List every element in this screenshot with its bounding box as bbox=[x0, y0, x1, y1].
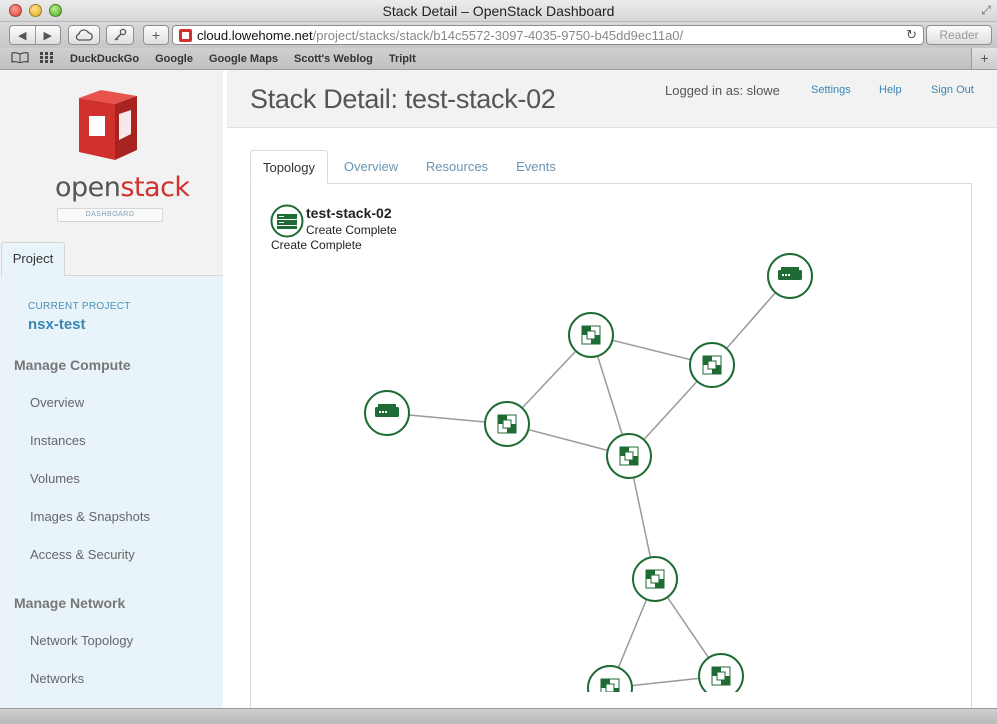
passwords-button[interactable] bbox=[106, 25, 134, 45]
back-forward-group: ◀ ▶ bbox=[9, 25, 61, 45]
reload-icon[interactable]: ↻ bbox=[906, 27, 917, 43]
section-heading-network[interactable]: Manage Network bbox=[14, 595, 125, 611]
logo-wordmark: openstack bbox=[55, 172, 190, 203]
project-panel: CURRENT PROJECT nsx-test Manage Compute … bbox=[1, 276, 223, 708]
sign-out-link[interactable]: Sign Out bbox=[931, 84, 974, 96]
url-host: cloud.lowehome.net bbox=[197, 27, 313, 43]
openstack-logo[interactable]: openstack DASHBOARD bbox=[55, 86, 190, 222]
topology-network-node[interactable] bbox=[632, 556, 678, 602]
bookmark-google-maps[interactable]: Google Maps bbox=[209, 53, 278, 65]
new-tab-button[interactable]: + bbox=[971, 48, 997, 69]
address-bar[interactable]: cloud.lowehome.net /project/stacks/stack… bbox=[172, 25, 924, 45]
openstack-logo-icon bbox=[79, 90, 137, 160]
sidebar-item-network-topology[interactable]: Network Topology bbox=[30, 633, 133, 648]
icloud-tabs-button[interactable] bbox=[68, 25, 100, 45]
tab-topology[interactable]: Topology bbox=[250, 150, 328, 184]
sidebar-item-access-security[interactable]: Access & Security bbox=[30, 547, 135, 562]
tab-project[interactable]: Project bbox=[1, 242, 65, 276]
browser-toolbar: ◀ ▶ + cloud.lowehome.net /project/stacks… bbox=[0, 22, 997, 48]
url-path: /project/stacks/stack/b14c5572-3097-4035… bbox=[312, 27, 684, 43]
sidebar-item-volumes[interactable]: Volumes bbox=[30, 471, 80, 486]
topology-server-node[interactable] bbox=[767, 253, 813, 299]
sidebar-item-images-snapshots[interactable]: Images & Snapshots bbox=[30, 509, 150, 524]
topology-network-node[interactable] bbox=[698, 653, 744, 692]
site-favicon-icon bbox=[179, 28, 192, 42]
sidebar-item-instances[interactable]: Instances bbox=[30, 433, 86, 448]
section-heading-compute[interactable]: Manage Compute bbox=[14, 357, 131, 373]
help-link[interactable]: Help bbox=[879, 84, 902, 96]
reader-button[interactable]: Reader bbox=[926, 25, 992, 45]
tab-events[interactable]: Events bbox=[505, 150, 567, 183]
bookmark-duckduckgo[interactable]: DuckDuckGo bbox=[70, 53, 139, 65]
top-sites-grid-icon[interactable] bbox=[40, 51, 54, 66]
stack-name: test-stack-02 bbox=[306, 205, 392, 221]
fullscreen-icon[interactable]: ⤢ bbox=[981, 3, 991, 18]
current-project-label: CURRENT PROJECT bbox=[28, 301, 131, 312]
topology-network-node[interactable] bbox=[587, 665, 633, 692]
add-bookmark-button[interactable]: + bbox=[143, 25, 169, 45]
back-icon[interactable]: ◀ bbox=[10, 29, 35, 42]
topology-network-node[interactable] bbox=[689, 342, 735, 388]
page-title: Stack Detail: test-stack-02 bbox=[250, 84, 556, 114]
bookmark-google[interactable]: Google bbox=[155, 53, 193, 65]
stack-tabs: Topology Overview Resources Events bbox=[249, 150, 972, 184]
topology-server-node[interactable] bbox=[364, 390, 410, 436]
tab-overview[interactable]: Overview bbox=[331, 150, 411, 183]
window-title: Stack Detail – OpenStack Dashboard bbox=[382, 3, 615, 19]
bookmarks-bar: DuckDuckGo Google Google Maps Scott's We… bbox=[0, 48, 997, 70]
logo-subtitle: DASHBOARD bbox=[57, 208, 163, 222]
forward-icon[interactable]: ▶ bbox=[35, 29, 60, 42]
topology-graph[interactable] bbox=[250, 230, 970, 692]
current-project-name[interactable]: nsx-test bbox=[28, 316, 86, 333]
topology-network-node[interactable] bbox=[568, 312, 614, 358]
sidebar-item-networks[interactable]: Networks bbox=[30, 671, 84, 686]
sidebar-item-overview[interactable]: Overview bbox=[30, 395, 84, 410]
reading-list-icon[interactable] bbox=[11, 51, 29, 66]
key-icon bbox=[114, 28, 127, 41]
window-titlebar: Stack Detail – OpenStack Dashboard ⤢ bbox=[0, 0, 997, 22]
logged-in-user: Logged in as: slowe bbox=[665, 83, 780, 98]
bookmark-tripit[interactable]: TripIt bbox=[389, 53, 416, 65]
cloud-icon bbox=[75, 29, 93, 41]
tab-resources[interactable]: Resources bbox=[415, 150, 499, 183]
page-header: Stack Detail: test-stack-02 Logged in as… bbox=[227, 70, 997, 128]
sidebar: openstack DASHBOARD Project CURRENT PROJ… bbox=[0, 70, 223, 708]
topology-network-node[interactable] bbox=[606, 433, 652, 479]
bookmark-scotts-weblog[interactable]: Scott's Weblog bbox=[294, 53, 373, 65]
topology-network-node[interactable] bbox=[484, 401, 530, 447]
browser-status-bar bbox=[0, 708, 997, 724]
settings-link[interactable]: Settings bbox=[811, 84, 851, 96]
